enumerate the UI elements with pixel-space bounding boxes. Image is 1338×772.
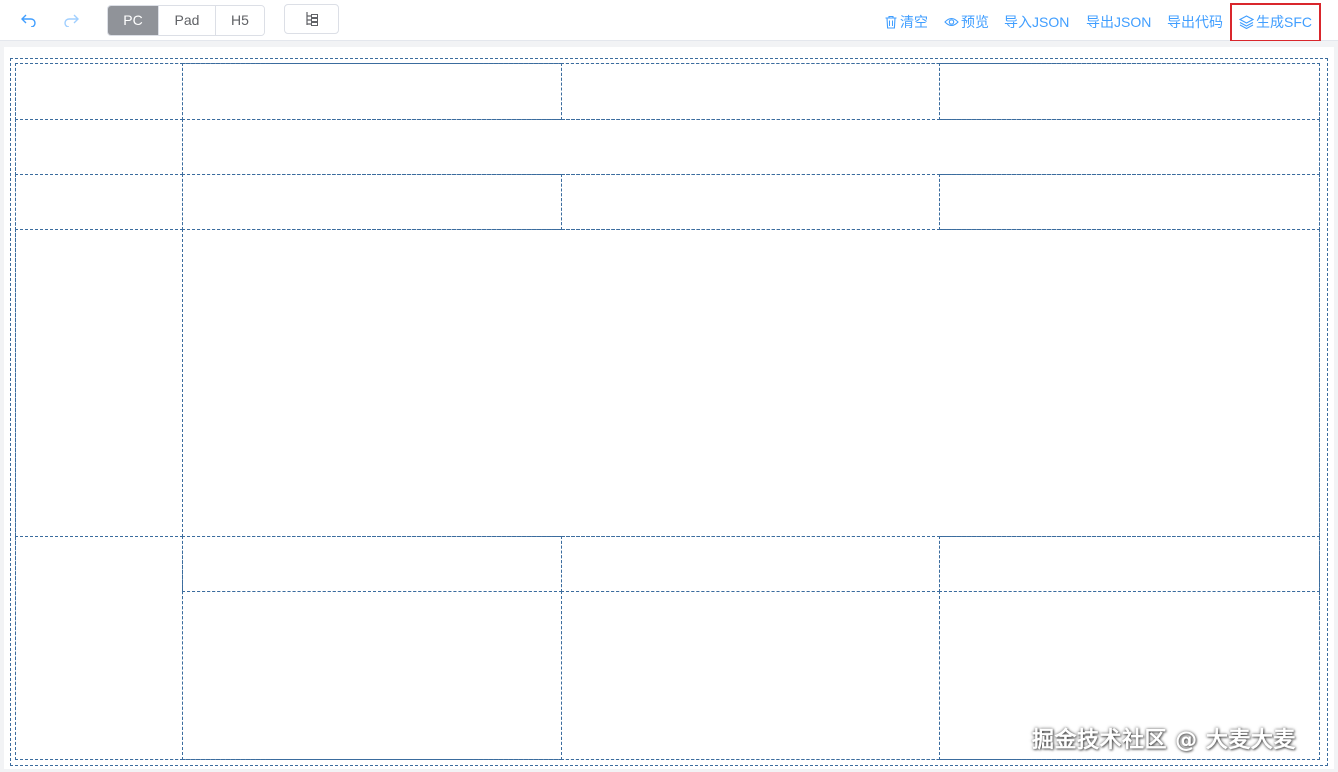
grid-cell[interactable] [15, 174, 183, 230]
grid-cell[interactable] [182, 591, 562, 760]
grid-cell[interactable] [15, 536, 183, 760]
preview-button[interactable]: 预览 [944, 13, 989, 31]
clear-label: 清空 [900, 14, 928, 30]
preview-label: 预览 [961, 14, 989, 30]
designer-toolbar: PC Pad H5 清空 预览 导入JSON 导出JSON 导出代码 生成SFC [0, 0, 1338, 42]
import-json-button[interactable]: 导入JSON [1004, 13, 1069, 31]
grid-cell[interactable] [939, 536, 1320, 592]
export-json-label: 导出JSON [1086, 14, 1152, 30]
eye-icon [944, 17, 959, 27]
trash-icon [885, 15, 897, 29]
redo-icon [64, 14, 79, 27]
grid-cell[interactable] [15, 119, 183, 175]
import-json-label: 导入JSON [1004, 14, 1070, 30]
component-tree-button[interactable] [284, 4, 339, 34]
grid-cell[interactable] [182, 536, 562, 592]
device-h5-button[interactable]: H5 [216, 6, 264, 35]
export-json-button[interactable]: 导出JSON [1086, 13, 1151, 31]
device-pc-button[interactable]: PC [108, 6, 159, 35]
layers-icon [1239, 15, 1254, 29]
grid-cell[interactable] [561, 63, 940, 120]
generate-sfc-label: 生成SFC [1256, 14, 1312, 30]
undo-button[interactable] [16, 8, 42, 32]
grid-cell[interactable] [561, 536, 940, 592]
watermark-text: 掘金技术社区 @ 大麦大麦 [1032, 728, 1296, 753]
undo-icon [21, 14, 36, 27]
grid-cell[interactable] [939, 63, 1320, 120]
device-switcher: PC Pad H5 [107, 5, 265, 36]
grid-cell[interactable] [561, 591, 940, 760]
export-code-label: 导出代码 [1167, 14, 1223, 30]
grid-cell[interactable] [939, 174, 1320, 230]
grid-cell[interactable] [182, 174, 562, 230]
grid-cell[interactable] [561, 174, 940, 230]
clear-button[interactable]: 清空 [884, 13, 928, 31]
device-pad-button[interactable]: Pad [159, 6, 216, 35]
grid-cell[interactable] [182, 119, 1320, 175]
export-code-button[interactable]: 导出代码 [1167, 13, 1223, 31]
grid-cell[interactable] [182, 229, 1320, 537]
component-tree-icon [305, 12, 318, 26]
redo-button[interactable] [58, 8, 84, 32]
grid-cell[interactable] [15, 229, 183, 537]
generate-sfc-button[interactable]: 生成SFC [1239, 13, 1312, 31]
grid-cell[interactable] [15, 63, 183, 120]
grid-cell[interactable] [182, 63, 562, 120]
